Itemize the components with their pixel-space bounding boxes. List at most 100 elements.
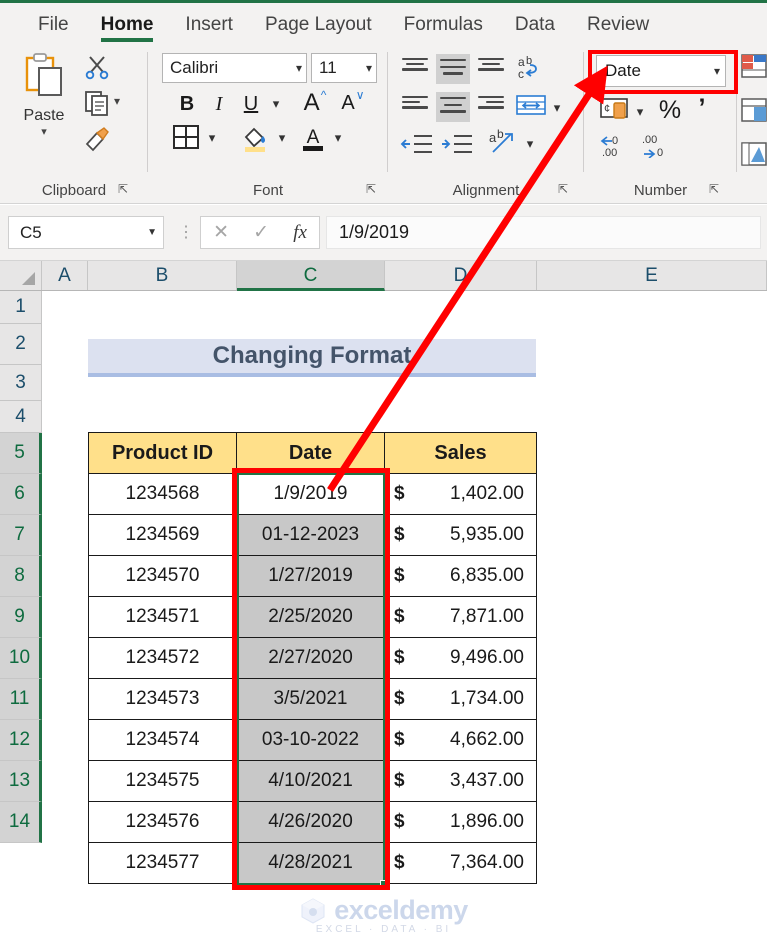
grow-font-button[interactable]: A ^	[300, 88, 330, 118]
cell-product-id[interactable]: 1234574	[88, 719, 237, 761]
accounting-dropdown-caret-icon[interactable]: ▾	[632, 102, 648, 122]
cell-date[interactable]: 2/27/2020	[236, 637, 385, 679]
underline-button[interactable]: U	[238, 90, 264, 118]
row-header-5[interactable]: 5	[0, 433, 42, 474]
cell-product-id[interactable]: 1234576	[88, 801, 237, 843]
cell-sales[interactable]: $7,871.00	[384, 596, 537, 638]
ribbon-tab-insert[interactable]: Insert	[169, 14, 249, 44]
row-header-1[interactable]: 1	[0, 291, 42, 324]
column-header-B[interactable]: B	[88, 261, 237, 290]
accounting-format-icon[interactable]: ¢	[600, 96, 630, 127]
cell-date[interactable]: 01-12-2023	[236, 514, 385, 556]
ribbon-tab-file[interactable]: File	[22, 14, 85, 44]
copy-dropdown-caret-icon[interactable]: ▾	[114, 94, 120, 108]
cut-scissors-icon[interactable]	[84, 54, 110, 85]
number-format-combobox[interactable]: Date ▾	[596, 55, 726, 87]
cell-sales[interactable]: $9,496.00	[384, 637, 537, 679]
cell-date[interactable]: 4/26/2020	[236, 801, 385, 843]
cell-date[interactable]: 1/9/2019	[236, 473, 385, 515]
insert-function-icon[interactable]: fx	[293, 222, 307, 244]
column-header-C[interactable]: C	[237, 261, 385, 291]
copy-icon[interactable]	[84, 90, 110, 121]
increase-decimal-icon[interactable]: 0 .00	[598, 132, 632, 163]
cell-date[interactable]: 1/27/2019	[236, 555, 385, 597]
cell-date[interactable]: 2/25/2020	[236, 596, 385, 638]
cell-date[interactable]: 4/10/2021	[236, 760, 385, 802]
font-color-dropdown-caret-icon[interactable]: ▾	[330, 128, 346, 148]
align-left-button[interactable]	[400, 94, 430, 120]
fill-color-dropdown-caret-icon[interactable]: ▾	[274, 128, 290, 148]
cancel-icon[interactable]: ✕	[213, 221, 229, 244]
increase-indent-button[interactable]	[440, 132, 474, 156]
clipboard-dialog-launcher[interactable]: ⇱	[116, 182, 130, 196]
cell-product-id[interactable]: 1234572	[88, 637, 237, 679]
alignment-dialog-launcher[interactable]: ⇱	[556, 182, 570, 196]
merge-dropdown-caret-icon[interactable]: ▾	[549, 98, 565, 118]
row-header-4[interactable]: 4	[0, 401, 42, 433]
row-header-12[interactable]: 12	[0, 720, 42, 761]
cell-date[interactable]: 03-10-2022	[236, 719, 385, 761]
paste-dropdown-caret-icon[interactable]: ▾	[10, 125, 78, 138]
ribbon-tab-page-layout[interactable]: Page Layout	[249, 14, 388, 44]
cell-styles-icon[interactable]	[741, 142, 767, 171]
wrap-text-icon[interactable]: a b c	[515, 53, 545, 88]
cell-sales[interactable]: $1,402.00	[384, 473, 537, 515]
ribbon-tab-formulas[interactable]: Formulas	[388, 14, 499, 44]
row-header-14[interactable]: 14	[0, 802, 42, 843]
cell-product-id[interactable]: 1234569	[88, 514, 237, 556]
ribbon-tab-review[interactable]: Review	[571, 14, 665, 44]
font-size-combobox[interactable]: 11 ▾	[311, 53, 377, 83]
orientation-icon[interactable]: a b	[487, 127, 519, 161]
row-header-13[interactable]: 13	[0, 761, 42, 802]
font-name-combobox[interactable]: Calibri ▾	[162, 53, 307, 83]
confirm-icon[interactable]: ✓	[253, 221, 269, 244]
column-header-D[interactable]: D	[385, 261, 537, 290]
row-header-9[interactable]: 9	[0, 597, 42, 638]
shrink-font-button[interactable]: A ∨	[338, 88, 368, 118]
cell-product-id[interactable]: 1234573	[88, 678, 237, 720]
name-box[interactable]: C5 ▼	[8, 216, 164, 249]
ribbon-tab-data[interactable]: Data	[499, 14, 571, 44]
align-bottom-button[interactable]	[476, 56, 506, 82]
cell-product-id[interactable]: 1234577	[88, 842, 237, 884]
row-header-6[interactable]: 6	[0, 474, 42, 515]
font-dialog-launcher[interactable]: ⇱	[364, 182, 378, 196]
format-painter-icon[interactable]	[83, 126, 111, 157]
row-header-3[interactable]: 3	[0, 365, 42, 401]
column-header-A[interactable]: A	[42, 261, 88, 290]
align-right-button[interactable]	[476, 94, 506, 120]
percent-style-button[interactable]: %	[656, 96, 684, 124]
font-color-icon[interactable]: A	[300, 124, 326, 157]
align-center-button[interactable]	[436, 92, 470, 122]
cell-product-id[interactable]: 1234570	[88, 555, 237, 597]
cell-sales[interactable]: $5,935.00	[384, 514, 537, 556]
cell-sales[interactable]: $1,896.00	[384, 801, 537, 843]
cell-sales[interactable]: $6,835.00	[384, 555, 537, 597]
italic-button[interactable]: I	[206, 90, 232, 118]
cell-product-id[interactable]: 1234568	[88, 473, 237, 515]
underline-dropdown-caret-icon[interactable]: ▾	[268, 92, 284, 116]
row-header-2[interactable]: 2	[0, 324, 42, 365]
row-header-11[interactable]: 11	[0, 679, 42, 720]
cell-sales[interactable]: $7,364.00	[384, 842, 537, 884]
cell-product-id[interactable]: 1234571	[88, 596, 237, 638]
cell-sales[interactable]: $4,662.00	[384, 719, 537, 761]
row-header-7[interactable]: 7	[0, 515, 42, 556]
align-top-button[interactable]	[400, 56, 430, 82]
cell-date[interactable]: 3/5/2021	[236, 678, 385, 720]
paste-button[interactable]: Paste ▾	[10, 52, 78, 138]
column-header-E[interactable]: E	[537, 261, 767, 290]
merge-center-icon[interactable]	[515, 92, 547, 125]
cell-sales[interactable]: $3,437.00	[384, 760, 537, 802]
decrease-indent-button[interactable]	[400, 132, 434, 156]
fill-color-icon[interactable]	[242, 124, 270, 157]
number-dialog-launcher[interactable]: ⇱	[707, 182, 721, 196]
cell-product-id[interactable]: 1234575	[88, 760, 237, 802]
orientation-dropdown-caret-icon[interactable]: ▾	[522, 134, 538, 154]
cell-date[interactable]: 4/28/2021	[236, 842, 385, 884]
formula-input[interactable]: 1/9/2019	[326, 216, 761, 249]
format-as-table-icon[interactable]	[741, 98, 767, 127]
borders-icon[interactable]	[172, 124, 200, 155]
ribbon-tab-home[interactable]: Home	[85, 14, 170, 44]
comma-style-button[interactable]: ’	[690, 94, 714, 122]
